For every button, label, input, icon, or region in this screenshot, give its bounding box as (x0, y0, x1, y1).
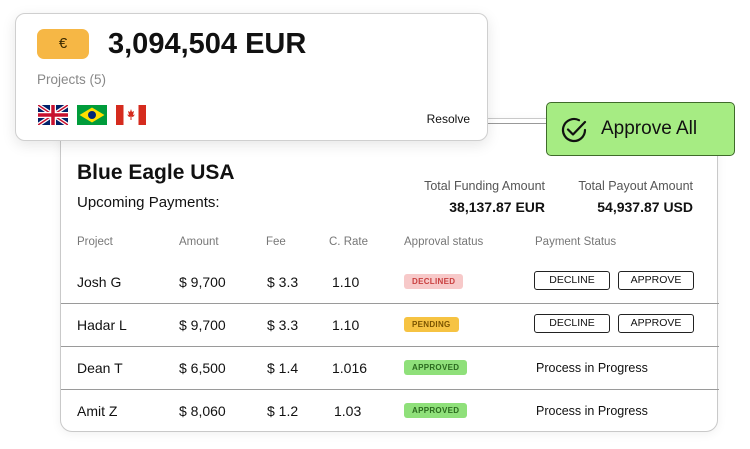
amount-cell: $ 9,700 (179, 274, 226, 290)
brazil-flag-icon (77, 105, 107, 125)
fee-cell: $ 1.4 (267, 360, 299, 376)
rate-cell: 1.03 (334, 403, 362, 419)
approve-all-button[interactable]: Approve All (546, 102, 735, 156)
connector-line (488, 123, 548, 124)
total-funding-value: 38,137.87 EUR (449, 199, 545, 215)
table-row: Hadar L $ 9,700 $ 3.3 1.10 PENDING DECLI… (61, 304, 719, 347)
total-payout-label: Total Payout Amount (578, 179, 693, 193)
status-badge-approved: APPROVED (404, 360, 468, 375)
euro-icon: € (37, 29, 89, 59)
resolve-link[interactable]: Resolve (427, 112, 470, 126)
column-header-approval-status: Approval status (404, 236, 484, 248)
canada-flag-icon (116, 105, 146, 125)
decline-button[interactable]: DECLINE (534, 271, 610, 290)
payments-card: Blue Eagle USA Upcoming Payments: Total … (60, 118, 719, 433)
table-row: Dean T $ 6,500 $ 1.4 1.016 APPROVED Proc… (61, 347, 719, 390)
check-circle-icon (559, 115, 589, 145)
fee-cell: $ 3.3 (267, 274, 299, 290)
approve-button[interactable]: APPROVE (618, 314, 694, 333)
upcoming-payments-label: Upcoming Payments: (77, 194, 220, 211)
fee-cell: $ 1.2 (267, 403, 299, 419)
column-header-amount: Amount (179, 236, 219, 248)
total-funding: Total Funding Amount 38,137.87 EUR (424, 179, 545, 215)
total-payout-value: 54,937.87 USD (597, 199, 693, 215)
status-badge-approved: APPROVED (404, 403, 468, 418)
total-amount: 3,094,504 EUR (108, 28, 307, 60)
rate-cell: 1.016 (332, 360, 368, 376)
table-row: Amit Z $ 8,060 $ 1.2 1.03 APPROVED Proce… (61, 390, 719, 433)
approve-all-label: Approve All (601, 118, 698, 139)
company-name: Blue Eagle USA (77, 161, 235, 184)
project-name: Amit Z (77, 403, 118, 419)
rate-cell: 1.10 (332, 317, 360, 333)
column-header-fee: Fee (266, 236, 286, 248)
status-badge-declined: DECLINED (404, 274, 464, 289)
summary-card: € 3,094,504 EUR Projects (5) Resolve (15, 13, 488, 141)
decline-button[interactable]: DECLINE (534, 314, 610, 333)
rate-cell: 1.10 (332, 274, 360, 290)
uk-flag-icon (38, 105, 68, 125)
column-header-payment-status: Payment Status (535, 236, 617, 248)
approve-button[interactable]: APPROVE (618, 271, 694, 290)
payment-status-text: Process in Progress (536, 361, 648, 375)
project-name: Josh G (77, 274, 122, 290)
status-badge-pending: PENDING (404, 317, 459, 332)
total-funding-label: Total Funding Amount (424, 179, 545, 193)
amount-cell: $ 6,500 (179, 360, 226, 376)
table-row: Josh G $ 9,700 $ 3.3 1.10 DECLINED DECLI… (61, 261, 719, 304)
column-header-rate: C. Rate (329, 236, 368, 248)
amount-cell: $ 8,060 (179, 403, 226, 419)
column-header-project: Project (77, 236, 113, 248)
project-name: Hadar L (77, 317, 127, 333)
projects-count: Projects (5) (37, 72, 107, 87)
project-name: Dean T (77, 360, 123, 376)
fee-cell: $ 3.3 (267, 317, 299, 333)
total-payout: Total Payout Amount 54,937.87 USD (578, 179, 693, 215)
payment-status-text: Process in Progress (536, 404, 648, 418)
amount-cell: $ 9,700 (179, 317, 226, 333)
